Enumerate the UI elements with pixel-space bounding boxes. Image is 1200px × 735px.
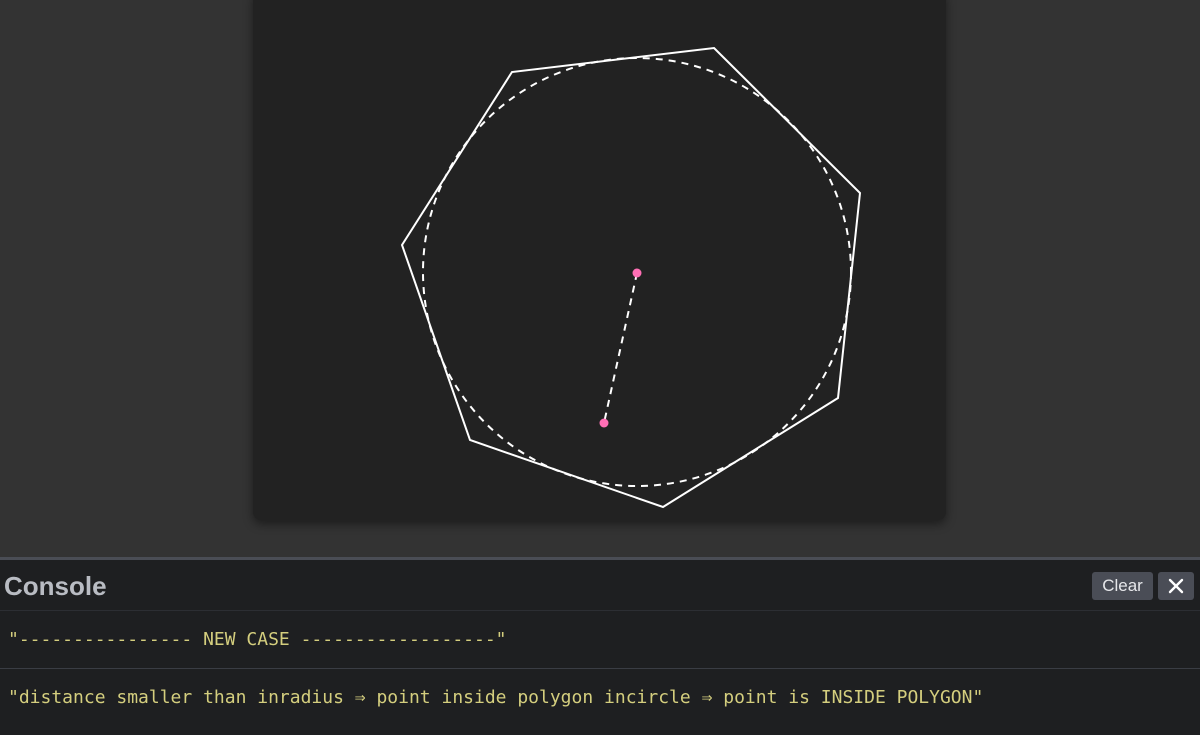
console-title: Console bbox=[4, 571, 107, 601]
polygon-center-point bbox=[632, 268, 642, 278]
clear-button[interactable]: Clear bbox=[1092, 572, 1153, 600]
geometry-canvas bbox=[400, 46, 862, 509]
close-button[interactable] bbox=[1158, 572, 1194, 600]
console-log: "---------------- NEW CASE -------------… bbox=[0, 611, 1200, 727]
console-log-line: "---------------- NEW CASE -------------… bbox=[0, 611, 1200, 669]
close-icon bbox=[1168, 578, 1184, 594]
distance-line bbox=[603, 272, 638, 424]
console-header: Console Clear bbox=[0, 560, 1200, 611]
console-panel: Console Clear "---------------- NEW CASE… bbox=[0, 557, 1200, 735]
test-point[interactable] bbox=[599, 418, 609, 428]
console-log-line: "distance smaller than inradius ⇒ point … bbox=[8, 687, 984, 708]
stage bbox=[0, 0, 1200, 557]
polygon bbox=[400, 46, 862, 509]
